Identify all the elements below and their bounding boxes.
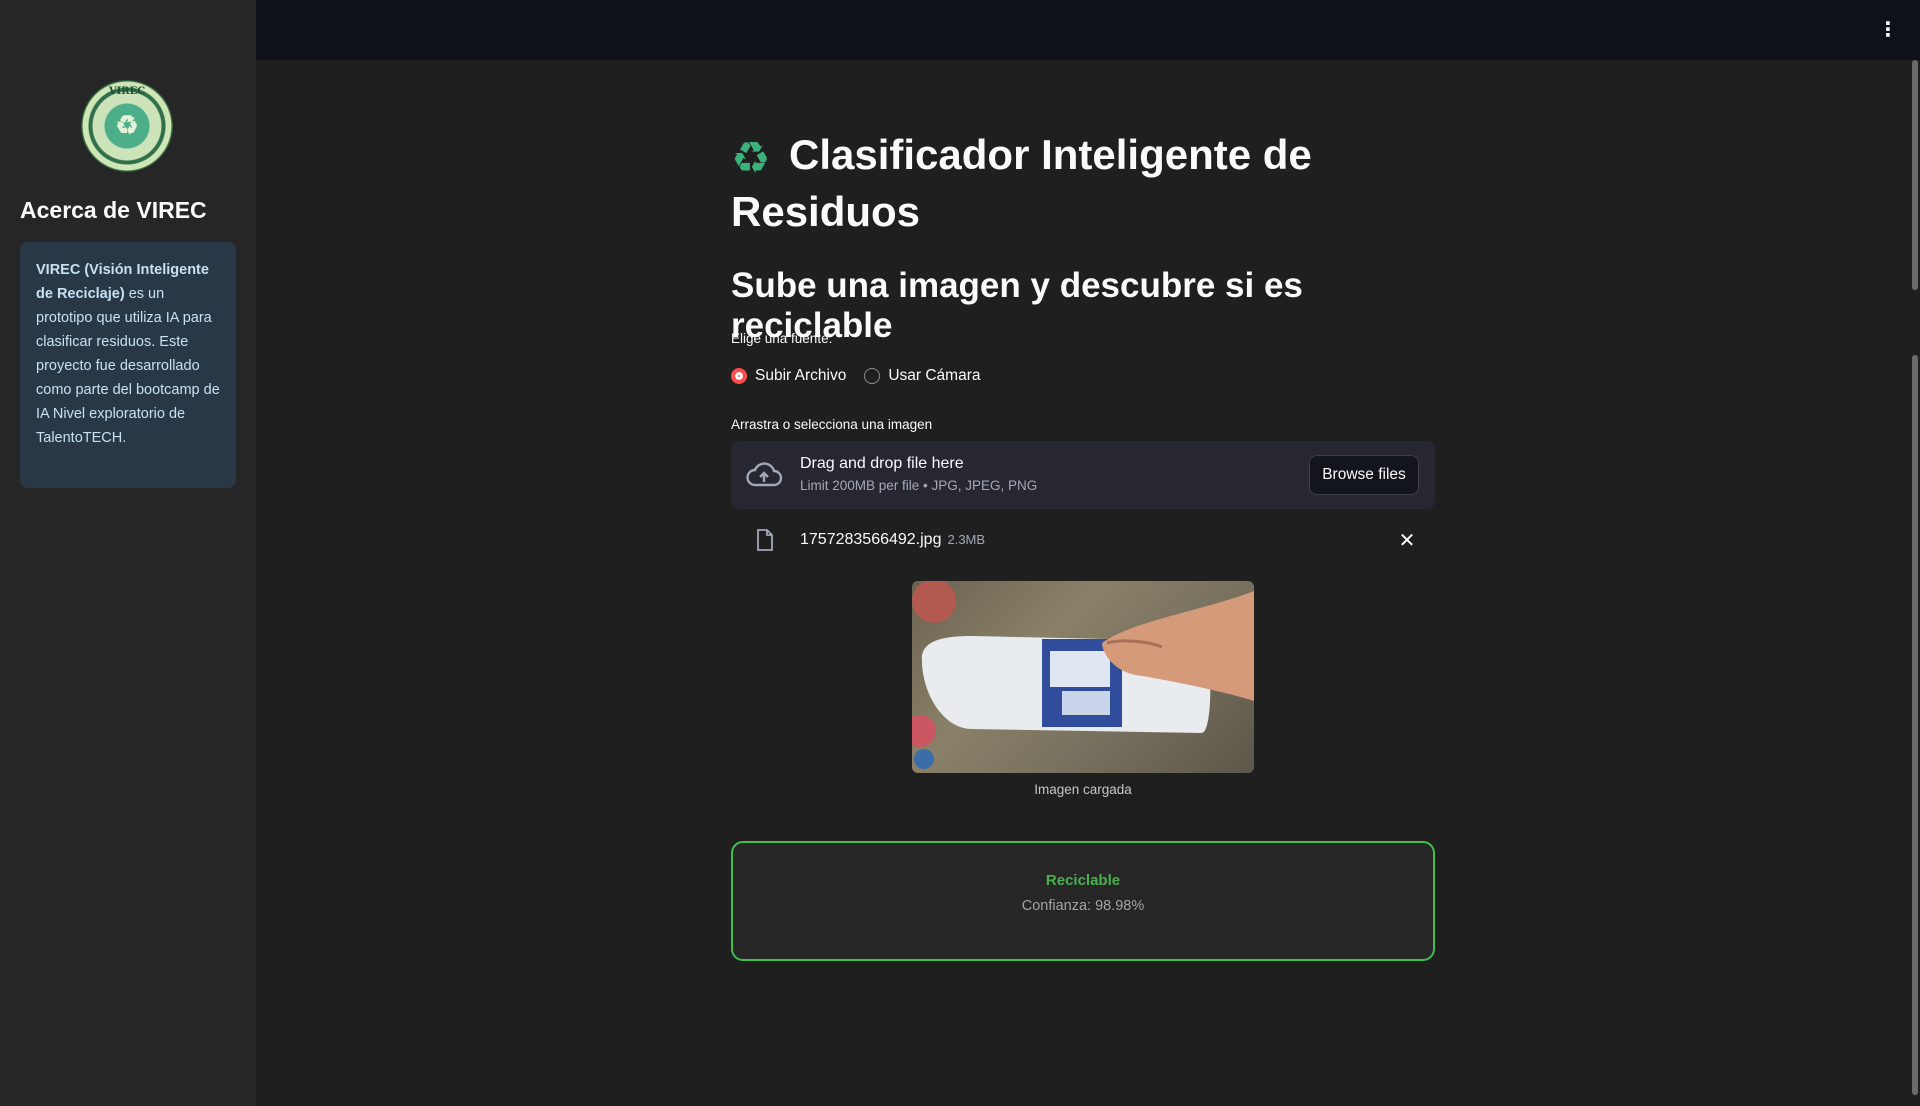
file-dropzone[interactable]: Drag and drop file here Limit 200MB per … xyxy=(731,441,1435,509)
info-text: es un prototipo que utiliza IA para clas… xyxy=(36,286,220,446)
logo-text: VIREC xyxy=(108,86,146,97)
page-title: ♻ Clasificador Inteligente de Residuos xyxy=(731,128,1435,238)
source-label: Elige una fuente: xyxy=(731,331,833,346)
dropzone-title: Drag and drop file here xyxy=(800,455,964,472)
result-label: Reciclable xyxy=(1045,872,1121,889)
info-bold-text: VIREC (Visión Inteligente de Reciclaje) xyxy=(36,262,209,302)
source-radio-group: Subir Archivo Usar Cámara xyxy=(731,367,999,385)
scrollbar-thumb-secondary[interactable] xyxy=(1912,355,1918,1095)
file-name: 1757283566492.jpg 2.3MB xyxy=(800,531,985,549)
file-name-text: 1757283566492.jpg xyxy=(800,531,942,548)
radio-selected-icon[interactable] xyxy=(731,368,747,384)
image-caption: Imagen cargada xyxy=(1034,782,1132,797)
uploaded-image xyxy=(912,581,1254,773)
globe-icon: ♻ xyxy=(115,111,139,141)
kebab-menu-icon[interactable]: ⋮ xyxy=(1878,18,1898,42)
file-icon xyxy=(757,529,773,551)
radio-usar-camara[interactable]: Usar Cámara xyxy=(864,367,981,385)
file-size: 2.3MB xyxy=(947,532,986,547)
top-header: ⋮ xyxy=(256,0,1920,60)
virec-logo: VIREC ♻ xyxy=(81,80,173,172)
result-card: Reciclable Confianza: 98.98% xyxy=(731,841,1435,961)
info-box: VIREC (Visión Inteligente de Reciclaje) … xyxy=(20,242,236,488)
close-icon[interactable]: ✕ xyxy=(1397,528,1417,552)
page-title-text: Clasificador Inteligente de Residuos xyxy=(731,131,1312,235)
uploader-label: Arrastra o selecciona una imagen xyxy=(731,417,933,432)
dropzone-subtitle: Limit 200MB per file • JPG, JPEG, PNG xyxy=(800,478,1038,493)
radio-label: Subir Archivo xyxy=(755,367,847,384)
recycle-icon: ♻ xyxy=(731,134,771,183)
page-subtitle: Sube una imagen y descubre si es recicla… xyxy=(731,266,1303,345)
browse-files-button[interactable]: Browse files xyxy=(1309,455,1419,495)
scrollbar-thumb[interactable] xyxy=(1912,60,1918,290)
sidebar: VIREC ♻ Acerca de VIREC VIREC (Visión In… xyxy=(0,0,256,1106)
uploaded-file-row: 1757283566492.jpg 2.3MB ✕ xyxy=(731,526,1435,554)
bottle-photo xyxy=(912,581,1254,769)
sidebar-title: Acerca de VIREC xyxy=(20,197,207,223)
cloud-upload-icon xyxy=(746,462,783,487)
result-confidence: Confianza: 98.98% xyxy=(1021,898,1145,914)
radio-unselected-icon[interactable] xyxy=(864,368,881,384)
radio-subir-archivo[interactable]: Subir Archivo xyxy=(731,367,846,385)
radio-label: Usar Cámara xyxy=(888,367,981,384)
